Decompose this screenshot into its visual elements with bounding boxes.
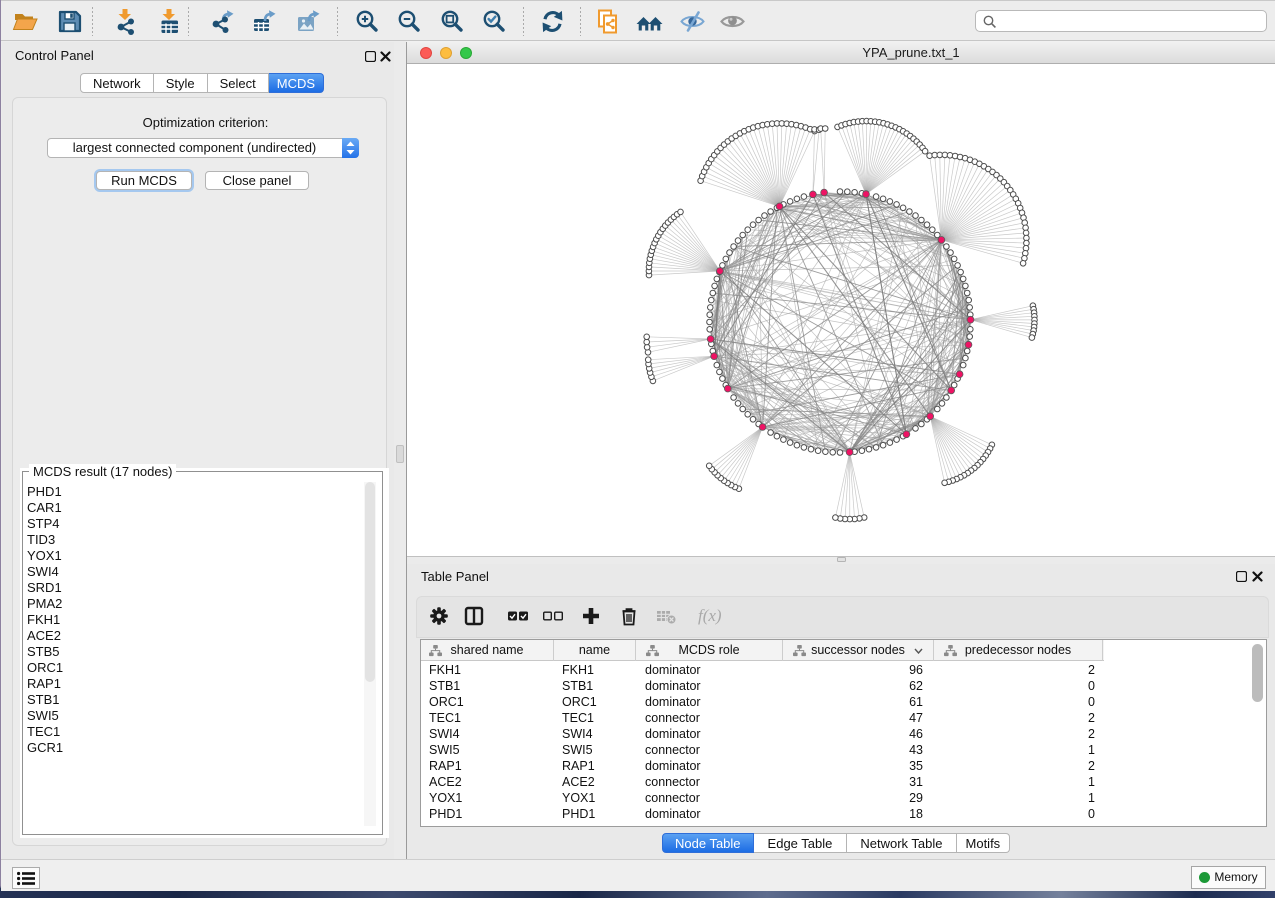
- svg-text:f(x): f(x): [698, 606, 722, 625]
